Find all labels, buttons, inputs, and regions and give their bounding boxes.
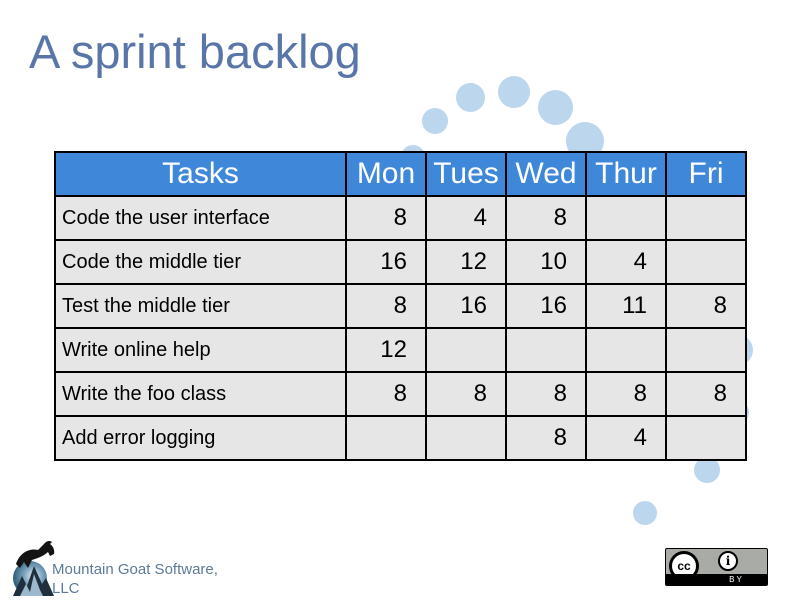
- company-name-line2: LLC: [52, 580, 80, 597]
- hours-wed: [505, 327, 587, 373]
- header-mon: Mon: [345, 151, 427, 197]
- slide-title: A sprint backlog: [29, 25, 361, 78]
- hours-wed: 10: [505, 239, 587, 285]
- decor-dot: [633, 501, 657, 525]
- hours-tues: [425, 327, 507, 373]
- hours-thur: 8: [585, 371, 667, 417]
- hours-thur: 4: [585, 239, 667, 285]
- decor-dot: [456, 83, 485, 112]
- attribution-icon: i: [718, 551, 738, 571]
- hours-mon: 8: [345, 195, 427, 241]
- hours-fri: [665, 415, 747, 461]
- hours-thur: 4: [585, 415, 667, 461]
- license-by-label: BY: [666, 574, 767, 585]
- hours-tues: 12: [425, 239, 507, 285]
- hours-mon: 8: [345, 283, 427, 329]
- hours-mon: 12: [345, 327, 427, 373]
- hours-fri: [665, 327, 747, 373]
- task-name: Code the middle tier: [54, 239, 347, 285]
- table-row: Code the user interface 8 4 8: [54, 195, 747, 241]
- mountain-goat-logo-icon: [13, 540, 55, 596]
- hours-mon: 8: [345, 371, 427, 417]
- table-row: Write the foo class 8 8 8 8 8: [54, 371, 747, 417]
- header-tasks: Tasks: [54, 151, 347, 197]
- task-name: Add error logging: [54, 415, 347, 461]
- hours-wed: 16: [505, 283, 587, 329]
- task-name: Code the user interface: [54, 195, 347, 241]
- table-row: Test the middle tier 8 16 16 11 8: [54, 283, 747, 329]
- header-wed: Wed: [505, 151, 587, 197]
- hours-fri: [665, 195, 747, 241]
- sprint-backlog-table: Tasks Mon Tues Wed Thur Fri Code the use…: [54, 151, 747, 461]
- hours-tues: 16: [425, 283, 507, 329]
- table-row: Write online help 12: [54, 327, 747, 373]
- hours-thur: 11: [585, 283, 667, 329]
- decor-dot: [422, 108, 448, 134]
- company-name: Mountain Goat Software, LLC: [52, 560, 218, 598]
- header-fri: Fri: [665, 151, 747, 197]
- hours-tues: [425, 415, 507, 461]
- hours-fri: 8: [665, 371, 747, 417]
- hours-fri: [665, 239, 747, 285]
- hours-mon: 16: [345, 239, 427, 285]
- table-header-row: Tasks Mon Tues Wed Thur Fri: [54, 151, 747, 197]
- company-name-line1: Mountain Goat Software,: [52, 561, 218, 578]
- hours-wed: 8: [505, 371, 587, 417]
- decor-dot: [498, 76, 530, 108]
- hours-thur: [585, 195, 667, 241]
- hours-wed: 8: [505, 415, 587, 461]
- hours-thur: [585, 327, 667, 373]
- table-row: Add error logging 8 4: [54, 415, 747, 461]
- task-name: Write the foo class: [54, 371, 347, 417]
- task-name: Test the middle tier: [54, 283, 347, 329]
- hours-wed: 8: [505, 195, 587, 241]
- hours-tues: 8: [425, 371, 507, 417]
- header-tues: Tues: [425, 151, 507, 197]
- table-row: Code the middle tier 16 12 10 4: [54, 239, 747, 285]
- creative-commons-by-icon[interactable]: cc i BY: [665, 548, 768, 586]
- decor-dot: [538, 90, 573, 125]
- hours-fri: 8: [665, 283, 747, 329]
- task-name: Write online help: [54, 327, 347, 373]
- hours-tues: 4: [425, 195, 507, 241]
- header-thur: Thur: [585, 151, 667, 197]
- hours-mon: [345, 415, 427, 461]
